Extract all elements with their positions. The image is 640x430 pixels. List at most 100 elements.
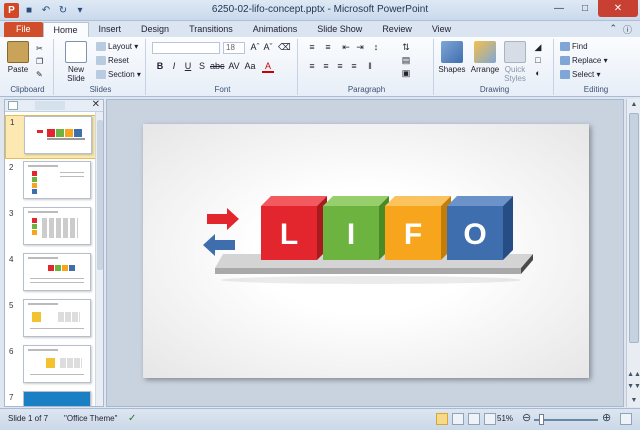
align-right-icon[interactable]: ≡	[334, 61, 346, 71]
scroll-up-icon[interactable]: ▲	[627, 99, 640, 111]
shadow-icon[interactable]: S	[196, 61, 208, 71]
layout-button[interactable]: Layout ▾	[96, 41, 138, 52]
normal-view-icon[interactable]	[436, 413, 448, 425]
slide-thumbnail-4[interactable]: 4	[5, 253, 97, 297]
maximize-button[interactable]: □	[572, 0, 598, 17]
pane-header: ✕	[5, 100, 103, 112]
reset-button[interactable]: Reset	[96, 55, 129, 66]
increase-indent-icon[interactable]: ⇥	[354, 42, 366, 53]
editor-scroll-thumb[interactable]	[629, 113, 639, 343]
zoom-slider-handle[interactable]	[539, 414, 544, 425]
fit-to-window-icon[interactable]	[620, 413, 632, 425]
slides-tab-icon[interactable]	[8, 101, 18, 110]
slide-thumbnail-6[interactable]: 6	[5, 345, 97, 389]
tab-slide-show[interactable]: Slide Show	[307, 22, 372, 37]
cut-icon[interactable]: ✂	[36, 43, 43, 54]
new-slide-button[interactable]: New Slide	[62, 41, 90, 83]
zoom-in-icon[interactable]: ⊕	[602, 411, 611, 424]
shape-outline-icon[interactable]: □	[532, 55, 544, 65]
paste-label: Paste	[7, 65, 29, 74]
text-direction-icon[interactable]: ⇅	[400, 42, 412, 53]
slides-pane-scroll-thumb[interactable]	[97, 120, 103, 270]
reset-label: Reset	[108, 56, 129, 65]
minimize-ribbon-icon[interactable]: ⌃	[609, 23, 617, 36]
next-slide-icon[interactable]: ▼▼	[627, 381, 640, 393]
quick-styles-button[interactable]: Quick Styles	[502, 41, 528, 83]
font-size-combo[interactable]: 18	[223, 42, 245, 54]
thumbnail-number: 1	[10, 118, 15, 127]
slide-sorter-view-icon[interactable]	[452, 413, 464, 425]
tab-review[interactable]: Review	[372, 22, 422, 37]
outline-tab-icon[interactable]	[35, 101, 65, 110]
grow-font-icon[interactable]: Aˆ	[249, 42, 261, 52]
bold-icon[interactable]: B	[154, 61, 166, 71]
cube-letter-l: L	[280, 218, 298, 251]
zoom-level[interactable]: 51%	[497, 414, 513, 423]
find-button[interactable]: Find	[560, 41, 588, 52]
quick-styles-label: Quick Styles	[504, 65, 526, 83]
thumbnail-number: 7	[9, 393, 14, 402]
italic-icon[interactable]: I	[168, 61, 180, 71]
align-left-icon[interactable]: ≡	[306, 61, 318, 71]
slide-thumbnail-3[interactable]: 3	[5, 207, 97, 251]
align-center-icon[interactable]: ≡	[320, 61, 332, 71]
tab-insert[interactable]: Insert	[89, 22, 132, 37]
slide-thumbnail-5[interactable]: 5	[5, 299, 97, 343]
scroll-down-icon[interactable]: ▼	[627, 395, 640, 407]
tab-transitions[interactable]: Transitions	[179, 22, 243, 37]
replace-label: Replace	[572, 56, 602, 65]
minimize-button[interactable]: —	[546, 0, 572, 17]
tab-animations[interactable]: Animations	[243, 22, 308, 37]
tab-design[interactable]: Design	[131, 22, 179, 37]
shrink-font-icon[interactable]: Aˇ	[262, 42, 274, 52]
thumbnail-preview	[23, 161, 91, 199]
smartart-icon[interactable]: ▣	[400, 68, 412, 79]
shapes-icon	[441, 41, 463, 63]
slide-thumbnail-2[interactable]: 2	[5, 161, 97, 205]
current-slide[interactable]: L I F O	[143, 124, 589, 378]
window-title: 6250-02-lifo-concept.pptx - Microsoft Po…	[211, 4, 429, 15]
align-text-icon[interactable]: ▤	[400, 55, 412, 66]
change-case-icon[interactable]: Aa	[244, 61, 256, 71]
close-pane-icon[interactable]: ✕	[92, 100, 100, 110]
arrange-label: Arrange	[470, 65, 500, 74]
arrange-button[interactable]: Arrange	[470, 41, 500, 74]
tab-view[interactable]: View	[422, 22, 461, 37]
tab-home[interactable]: Home	[42, 22, 89, 37]
slide-show-view-icon[interactable]	[484, 413, 496, 425]
shape-fill-icon[interactable]: ◢	[532, 42, 544, 53]
font-color-icon[interactable]: A	[262, 61, 274, 73]
copy-icon[interactable]: ❐	[36, 56, 43, 67]
editor-scrollbar[interactable]: ▲ ▲▲ ▼▼ ▼	[626, 99, 640, 407]
tab-file[interactable]: File	[4, 22, 43, 37]
paste-button[interactable]: Paste	[6, 41, 30, 74]
format-painter-icon[interactable]: ✎	[36, 69, 43, 80]
slide-thumbnail-7[interactable]: 7	[5, 391, 97, 406]
character-spacing-icon[interactable]: AV	[228, 61, 240, 71]
decrease-indent-icon[interactable]: ⇤	[340, 42, 352, 53]
slides-pane-scrollbar[interactable]	[95, 112, 103, 406]
replace-button[interactable]: Replace ▾	[560, 55, 608, 66]
justify-icon[interactable]: ≡	[348, 61, 360, 71]
reading-view-icon[interactable]	[468, 413, 480, 425]
section-button[interactable]: Section ▾	[96, 69, 141, 80]
numbering-icon[interactable]: ≡	[322, 42, 334, 52]
close-button[interactable]: ✕	[598, 0, 638, 17]
slide-thumbnail-1[interactable]: 1	[5, 115, 97, 159]
font-name-combo[interactable]	[152, 42, 220, 54]
ribbon: Paste ✂ ❐ ✎ Clipboard New Slide Layout ▾…	[0, 37, 640, 97]
bullets-icon[interactable]: ≡	[306, 42, 318, 52]
shape-effects-icon[interactable]: ◐	[532, 68, 544, 78]
line-spacing-icon[interactable]: ↕	[370, 42, 382, 52]
spelling-check-icon[interactable]: ✓	[128, 413, 136, 424]
clear-formatting-icon[interactable]: ⌫	[278, 42, 291, 53]
strikethrough-icon[interactable]: abc	[210, 61, 225, 71]
columns-icon[interactable]: ‖	[364, 61, 376, 71]
underline-icon[interactable]: U	[182, 61, 194, 71]
arrow-out-icon	[203, 234, 235, 256]
zoom-out-icon[interactable]: ⊖	[522, 411, 531, 424]
shapes-button[interactable]: Shapes	[438, 41, 466, 74]
select-button[interactable]: Select ▾	[560, 69, 600, 80]
previous-slide-icon[interactable]: ▲▲	[627, 369, 640, 381]
help-icon[interactable]: ⓘ	[623, 23, 632, 36]
